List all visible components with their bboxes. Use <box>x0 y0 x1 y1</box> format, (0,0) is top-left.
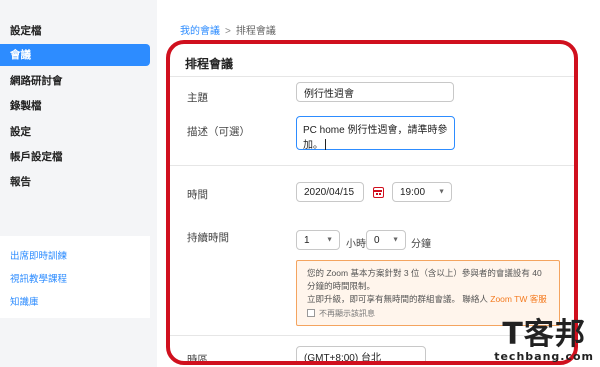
calendar-icon[interactable] <box>373 187 384 198</box>
breadcrumb: 我的會議 > 排程會議 <box>180 22 276 37</box>
sidebar: 設定檔 會議 網路研討會 錄製檔 設定 帳戶設定檔 報告 出席即時訓練 視訊教學… <box>0 0 157 367</box>
chevron-down-icon: ▼ <box>392 236 399 244</box>
minutes-unit: 分鐘 <box>411 239 431 250</box>
duration-minutes-value: 0 <box>374 234 380 246</box>
breadcrumb-my-meetings[interactable]: 我的會議 <box>180 26 220 37</box>
watermark-logo-text: T客邦 <box>502 317 586 352</box>
sidebar-item-reports[interactable]: 報告 <box>0 171 150 193</box>
time-select[interactable]: 19:00 ▼ <box>392 182 452 202</box>
sidebar-item-webinars[interactable]: 網路研討會 <box>0 70 150 92</box>
topic-input[interactable]: 例行性週會 <box>296 82 454 102</box>
live-training-link[interactable]: 出席即時訓練 <box>10 248 67 262</box>
breadcrumb-current: 排程會議 <box>235 26 276 37</box>
timezone-label: 時區 <box>187 354 208 365</box>
techbang-watermark: T客邦 techbang.com <box>494 317 594 364</box>
contact-support-link[interactable]: Zoom TW 客服 <box>490 294 547 304</box>
sidebar-item-settings[interactable]: 設定 <box>0 121 150 143</box>
chevron-down-icon: ▼ <box>326 236 333 244</box>
sidebar-item-profile[interactable]: 設定檔 <box>0 20 150 42</box>
duration-hours-select[interactable]: 1 ▼ <box>296 230 340 250</box>
timezone-select[interactable]: (GMT+8:00) 台北 <box>296 346 426 361</box>
divider <box>170 76 574 77</box>
date-input[interactable]: 2020/04/15 <box>296 182 364 202</box>
sidebar-item-recordings[interactable]: 錄製檔 <box>0 95 150 117</box>
dont-show-again-label: 不再顯示該訊息 <box>319 309 375 318</box>
hours-unit: 小時 <box>346 239 366 250</box>
dont-show-again-checkbox[interactable] <box>307 309 315 317</box>
notice-upgrade-text: 立即升級，即可享有無時間的群組會議。 聯絡人 <box>307 294 488 304</box>
notice-line-2: 分鐘的時間限制。 <box>307 281 376 291</box>
sidebar-help-links: 出席即時訓練 視訊教學課程 知識庫 <box>0 236 150 318</box>
description-textarea[interactable]: PC home 例行性週會，請準時參加。 <box>296 116 455 151</box>
time-value: 19:00 <box>400 186 426 198</box>
description-label: 描述（可選） <box>187 126 250 138</box>
duration-minutes-select[interactable]: 0 ▼ <box>366 230 406 250</box>
sidebar-item-meetings[interactable]: 會議 <box>0 44 150 66</box>
watermark-domain: techbang.com <box>494 350 594 363</box>
notice-line-1: 您的 Zoom 基本方案針對 3 位（含以上）參與者的會議設有 40 <box>307 268 542 278</box>
duration-label: 持續時間 <box>187 232 229 244</box>
when-label: 時間 <box>187 189 208 201</box>
chevron-down-icon: ▼ <box>438 188 445 196</box>
knowledge-base-link[interactable]: 知識庫 <box>10 294 39 308</box>
divider <box>170 165 574 166</box>
topic-label: 主題 <box>187 92 208 104</box>
duration-hours-value: 1 <box>304 234 310 246</box>
page-title: 排程會議 <box>185 57 234 71</box>
breadcrumb-separator: > <box>225 26 231 37</box>
video-tutorials-link[interactable]: 視訊教學課程 <box>10 271 67 285</box>
notice-line-3: 立即升級，即可享有無時間的群組會議。 聯絡人 Zoom TW 客服 <box>307 293 549 306</box>
sidebar-item-account-profile[interactable]: 帳戶設定檔 <box>0 146 150 168</box>
text-cursor <box>325 139 326 150</box>
